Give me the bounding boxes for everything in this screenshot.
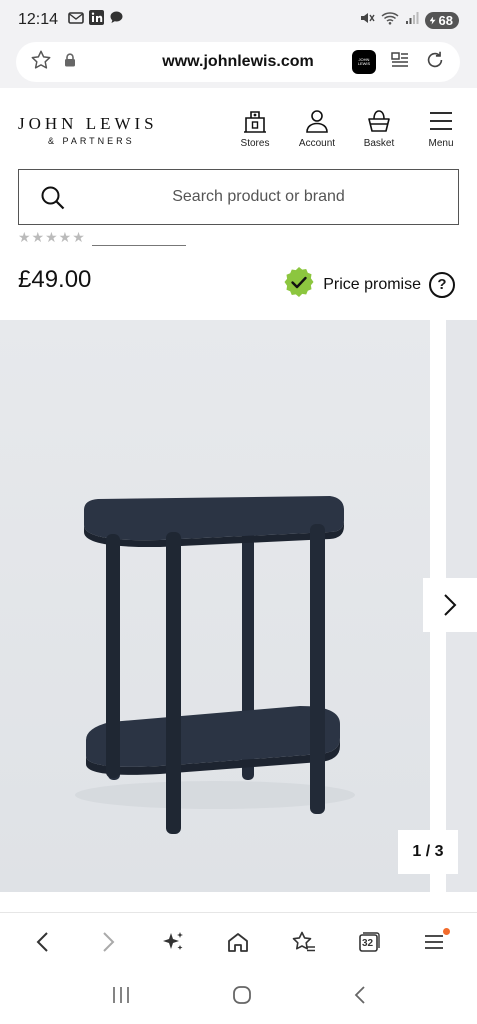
back-icon xyxy=(36,931,48,952)
bookmarks-icon xyxy=(292,931,315,951)
price-promise-label: Price promise xyxy=(323,275,421,293)
chevron-right-icon xyxy=(444,594,457,616)
product-image[interactable] xyxy=(0,320,430,892)
nav-stores[interactable]: Stores xyxy=(231,108,279,149)
home-icon xyxy=(228,932,249,952)
system-status-icons: 68 xyxy=(359,11,459,30)
nav-account[interactable]: Account xyxy=(293,108,341,149)
product-gallery[interactable]: 1 / 3 xyxy=(0,320,477,892)
rating-stars: ★★★★★ xyxy=(18,229,86,245)
home-circle-icon[interactable] xyxy=(231,984,253,1011)
battery-indicator: 68 xyxy=(424,11,459,29)
rating-strip: ★★★★★ xyxy=(18,226,186,246)
price-promise[interactable]: Price promise ? xyxy=(283,266,455,303)
browser-address-bar: www.johnlewis.com JOHN LEWIS xyxy=(0,40,477,88)
status-time: 12:14 xyxy=(18,11,59,28)
url-field[interactable]: www.johnlewis.com JOHN LEWIS xyxy=(16,42,460,82)
system-nav-bar xyxy=(0,970,477,1024)
forward-button[interactable] xyxy=(90,924,126,960)
site-logo[interactable]: JOHN LEWIS & PARTNERS xyxy=(18,114,158,146)
side-table-illustration xyxy=(0,320,430,892)
system-back-icon[interactable] xyxy=(352,984,368,1011)
logo-main-text: JOHN LEWIS xyxy=(18,114,158,133)
browser-toolbar: 32 xyxy=(0,912,477,970)
nav-menu[interactable]: Menu xyxy=(417,108,465,149)
store-icon xyxy=(244,111,266,133)
nav-basket[interactable]: Basket xyxy=(355,108,403,149)
chat-icon xyxy=(109,10,124,30)
logo-sub-text: & PARTNERS xyxy=(48,136,135,146)
site-badge-text: JOHN LEWIS xyxy=(357,57,371,66)
tabs-button[interactable]: 32 xyxy=(351,924,387,960)
nav-menu-label: Menu xyxy=(428,138,454,149)
nav-basket-label: Basket xyxy=(363,138,395,149)
notification-dot xyxy=(443,927,451,935)
status-bar: 12:14 68 xyxy=(0,0,477,40)
forward-icon xyxy=(103,931,115,952)
account-icon xyxy=(306,110,328,133)
lock-icon xyxy=(64,52,76,72)
site-badge-icon[interactable]: JOHN LEWIS xyxy=(352,50,376,74)
ai-button[interactable] xyxy=(155,924,191,960)
nav-account-label: Account xyxy=(298,138,336,149)
wifi-icon xyxy=(381,11,399,30)
tab-count: 32 xyxy=(361,937,374,949)
reload-icon[interactable] xyxy=(424,49,446,76)
browser-menu-icon xyxy=(425,934,444,949)
menu-icon xyxy=(430,112,452,130)
bookmarks-button[interactable] xyxy=(286,924,322,960)
browser-menu-button[interactable] xyxy=(416,924,452,960)
mute-icon xyxy=(359,11,375,30)
basket-icon xyxy=(368,110,390,132)
favorite-star-icon[interactable] xyxy=(30,49,52,76)
signal-icon xyxy=(405,11,419,30)
next-image-button[interactable] xyxy=(423,578,477,632)
sparkle-icon xyxy=(163,931,184,950)
home-button[interactable] xyxy=(220,924,256,960)
product-price: £49.00 xyxy=(18,266,92,293)
header-nav: Stores Account Basket Menu xyxy=(231,108,465,149)
help-icon[interactable]: ? xyxy=(429,271,455,298)
search-box xyxy=(18,169,459,225)
back-button[interactable] xyxy=(25,924,61,960)
linkedin-icon xyxy=(89,10,105,30)
price-promise-check-icon xyxy=(283,266,315,303)
nav-stores-label: Stores xyxy=(240,138,270,149)
site-header: JOHN LEWIS & PARTNERS Stores Account Bas… xyxy=(0,88,477,168)
recents-icon[interactable] xyxy=(110,985,132,1010)
search-input[interactable] xyxy=(19,170,458,224)
search-icon[interactable] xyxy=(39,184,67,217)
reader-icon[interactable] xyxy=(390,50,410,75)
reviews-link[interactable] xyxy=(91,228,186,246)
mail-icon xyxy=(68,11,84,30)
notification-icons xyxy=(68,10,124,30)
image-counter: 1 / 3 xyxy=(398,830,458,874)
